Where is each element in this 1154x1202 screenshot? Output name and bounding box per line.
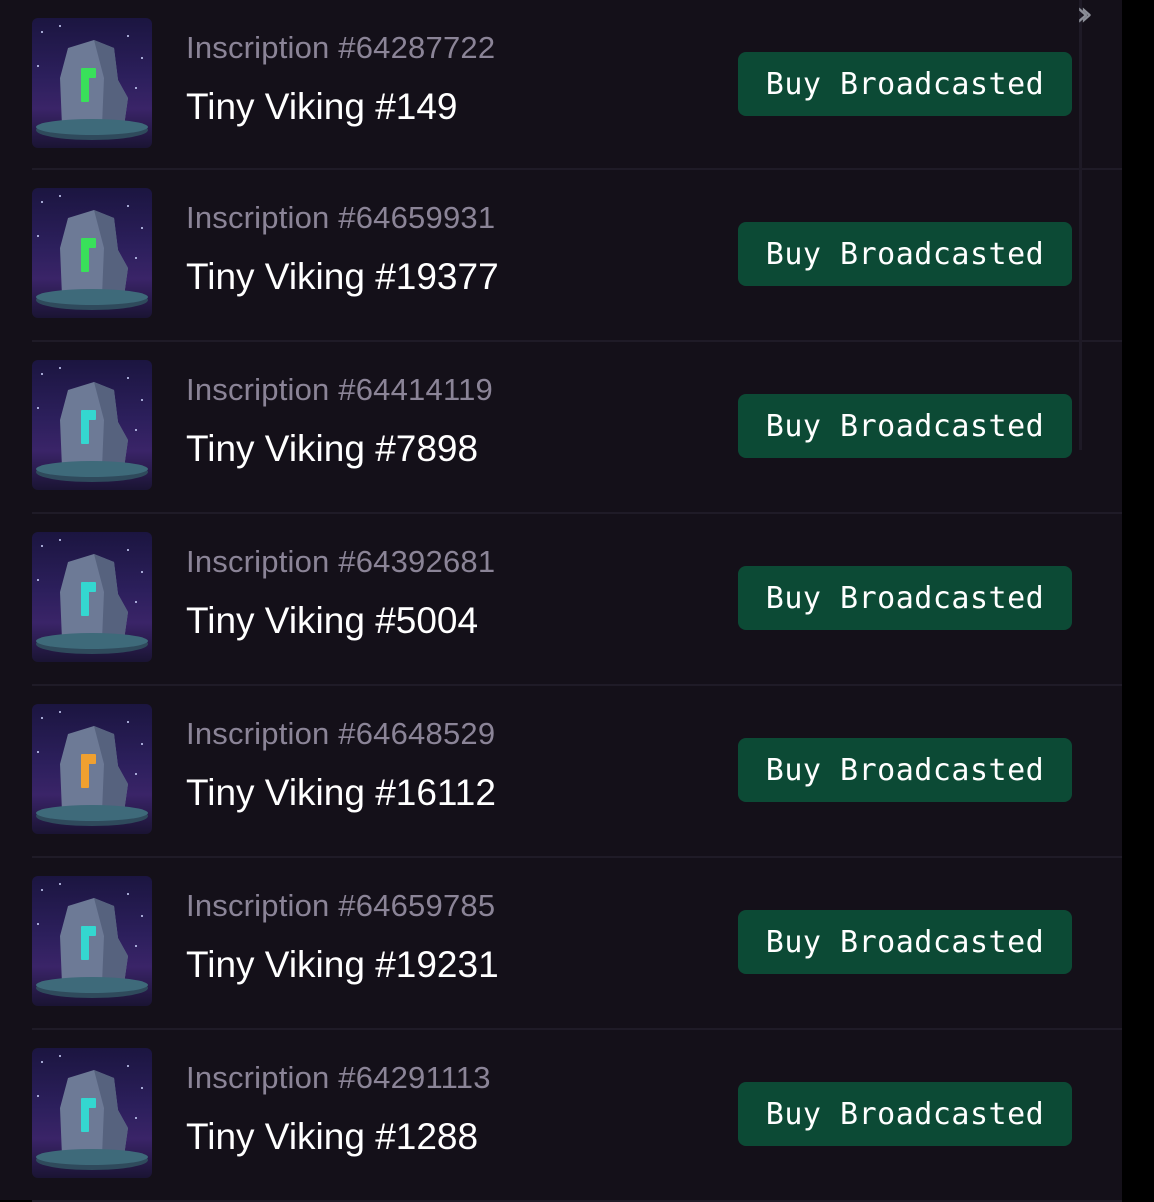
- rune-stone-image: [36, 539, 148, 654]
- list-item[interactable]: Inscription #64414119 Tiny Viking #7898 …: [32, 342, 1122, 514]
- item-title[interactable]: Tiny Viking #7898: [186, 428, 478, 470]
- rune-stone-thumbnail[interactable]: [32, 704, 152, 834]
- list-item[interactable]: Inscription #64392681 Tiny Viking #5004 …: [32, 514, 1122, 686]
- rune-stone-image: [36, 1055, 148, 1170]
- list-item[interactable]: Inscription #64659785 Tiny Viking #19231…: [32, 858, 1122, 1030]
- item-title[interactable]: Tiny Viking #5004: [186, 600, 478, 642]
- buy-broadcasted-button[interactable]: Buy Broadcasted: [738, 394, 1072, 458]
- rune-stone-thumbnail[interactable]: [32, 1048, 152, 1178]
- buy-broadcasted-button[interactable]: Buy Broadcasted: [738, 566, 1072, 630]
- inscription-number: Inscription #64291113: [186, 1060, 491, 1095]
- buy-broadcasted-button[interactable]: Buy Broadcasted: [738, 738, 1072, 802]
- buy-broadcasted-button[interactable]: Buy Broadcasted: [738, 52, 1072, 116]
- item-title[interactable]: Tiny Viking #1288: [186, 1116, 478, 1158]
- list-item[interactable]: Inscription #64659931 Tiny Viking #19377…: [32, 170, 1122, 342]
- item-title[interactable]: Tiny Viking #19231: [186, 944, 499, 986]
- buy-broadcasted-button[interactable]: Buy Broadcasted: [738, 1082, 1072, 1146]
- rune-stone-thumbnail[interactable]: [32, 876, 152, 1006]
- rune-stone-thumbnail[interactable]: [32, 360, 152, 490]
- double-chevron-right-icon[interactable]: ››: [1076, 0, 1093, 34]
- inscription-number: Inscription #64659931: [186, 200, 496, 235]
- rune-stone-thumbnail[interactable]: [32, 532, 152, 662]
- buy-broadcasted-button[interactable]: Buy Broadcasted: [738, 910, 1072, 974]
- item-title[interactable]: Tiny Viking #149: [186, 86, 458, 128]
- rune-stone-thumbnail[interactable]: [32, 18, 152, 148]
- buy-broadcasted-button[interactable]: Buy Broadcasted: [738, 222, 1072, 286]
- rune-stone-image: [36, 25, 148, 140]
- rune-stone-image: [36, 711, 148, 826]
- rune-stone-image: [36, 883, 148, 998]
- inscription-number: Inscription #64392681: [186, 544, 496, 579]
- inscription-number: Inscription #64287722: [186, 30, 496, 65]
- rune-stone-image: [36, 367, 148, 482]
- inscription-list: Inscription #64287722 Tiny Viking #149 B…: [32, 0, 1122, 1202]
- scrollbar[interactable]: [1079, 0, 1082, 450]
- listing-panel: Inscription #64287722 Tiny Viking #149 B…: [0, 0, 1122, 1202]
- item-title[interactable]: Tiny Viking #16112: [186, 772, 496, 814]
- list-item[interactable]: Inscription #64291113 Tiny Viking #1288 …: [32, 1030, 1122, 1202]
- inscription-number: Inscription #64648529: [186, 716, 496, 751]
- inscription-number: Inscription #64414119: [186, 372, 493, 407]
- list-item[interactable]: Inscription #64287722 Tiny Viking #149 B…: [32, 0, 1122, 170]
- rune-stone-thumbnail[interactable]: [32, 188, 152, 318]
- list-item[interactable]: Inscription #64648529 Tiny Viking #16112…: [32, 686, 1122, 858]
- item-title[interactable]: Tiny Viking #19377: [186, 256, 499, 298]
- inscription-number: Inscription #64659785: [186, 888, 496, 923]
- rune-stone-image: [36, 195, 148, 310]
